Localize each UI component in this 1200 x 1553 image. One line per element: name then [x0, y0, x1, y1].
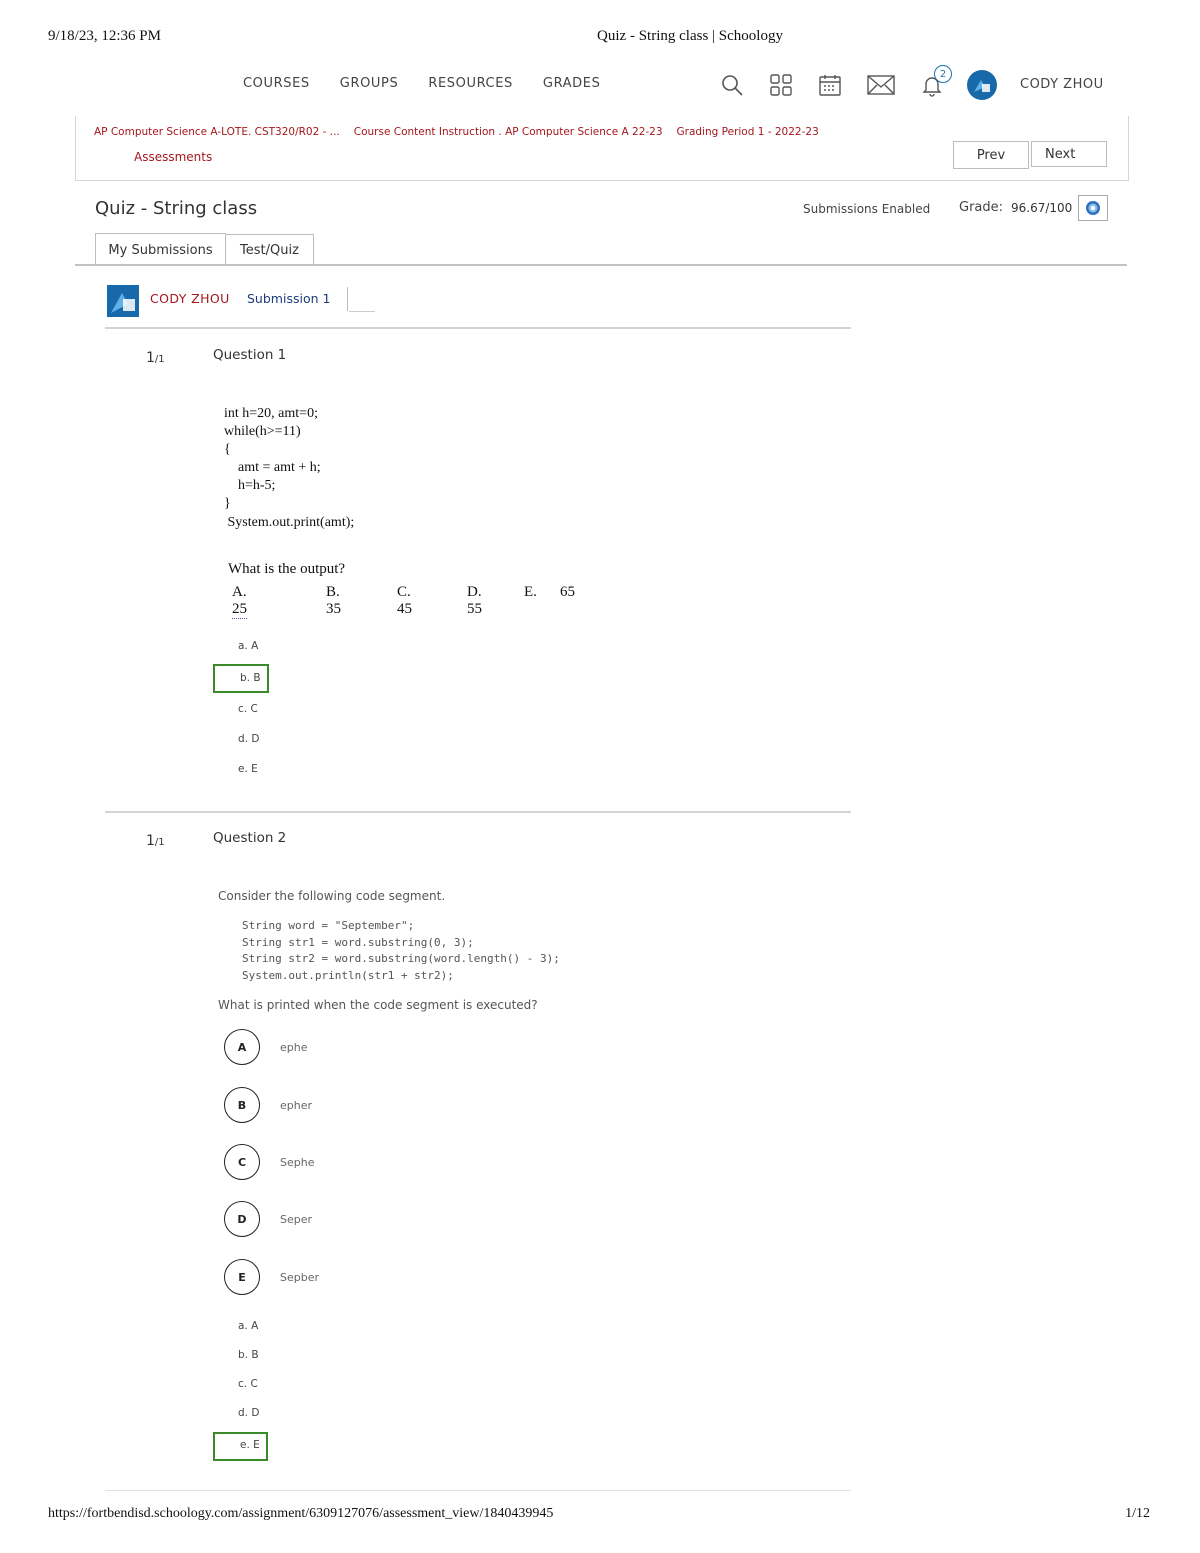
choice-circle-a: A: [224, 1029, 260, 1065]
question-divider: [105, 811, 851, 813]
question-2-code: String word = "September"; String str1 =…: [242, 918, 560, 984]
breadcrumb-course[interactable]: AP Computer Science A-LOTE. CST320/R02 -…: [94, 126, 340, 138]
inline-option-c: C. 45: [397, 584, 412, 617]
question-2-prompt: What is printed when the code segment is…: [218, 998, 538, 1012]
choice-circle-b: B: [224, 1087, 260, 1123]
question-1-prompt: What is the output?: [228, 561, 346, 577]
user-avatar[interactable]: [967, 70, 997, 100]
choice-circle-e: E: [224, 1259, 260, 1295]
question-2-score: 1/1: [146, 833, 165, 849]
choice-text-c: Sephe: [280, 1156, 315, 1169]
code-line: amt = amt + h;: [224, 460, 321, 475]
question-divider: [105, 1490, 851, 1491]
code-line: System.out.print(amt);: [224, 515, 355, 530]
inline-option-d: D. 55: [467, 584, 482, 617]
print-page-number: 1/12: [1125, 1506, 1150, 1521]
submissions-status: Submissions Enabled: [803, 202, 931, 216]
code-line: while(h>=11): [224, 424, 301, 439]
answer-option: b. B: [238, 1349, 259, 1361]
answer-option: a. A: [238, 640, 259, 652]
code-line: String str1 = word.substring(0, 3);: [242, 935, 474, 949]
answer-option-selected: b. B: [240, 672, 261, 684]
search-icon[interactable]: [718, 71, 746, 99]
prev-button[interactable]: Prev: [953, 141, 1029, 169]
user-name[interactable]: CODY ZHOU: [1020, 77, 1104, 92]
inline-option-e-value: 65: [560, 584, 575, 600]
answer-option: d. D: [238, 1407, 260, 1419]
code-line: h=h-5;: [224, 478, 276, 493]
code-line: int h=20, amt=0;: [224, 406, 318, 421]
grade-label: Grade:: [959, 200, 1004, 215]
calendar-icon[interactable]: [816, 71, 844, 99]
info-icon: [1086, 201, 1100, 215]
breadcrumb-period[interactable]: Grading Period 1 - 2022-23: [677, 126, 819, 138]
choice-text-b: epher: [280, 1099, 313, 1112]
mail-icon[interactable]: [865, 71, 897, 99]
breadcrumb-folder[interactable]: Course Content Instruction . AP Computer…: [354, 126, 663, 138]
question-2-intro: Consider the following code segment.: [218, 889, 446, 903]
inline-option-b: B. 35: [326, 584, 341, 617]
breadcrumb: AP Computer Science A-LOTE. CST320/R02 -…: [94, 126, 819, 138]
tab-test-quiz[interactable]: Test/Quiz: [225, 234, 314, 265]
answer-option: c. C: [238, 1378, 258, 1390]
submission-underline: [349, 311, 375, 312]
grid-icon[interactable]: [767, 71, 795, 99]
question-1-label: Question 1: [213, 347, 287, 363]
print-url: https://fortbendisd.schoology.com/assign…: [48, 1506, 554, 1521]
nav-resources[interactable]: RESOURCES: [428, 76, 513, 91]
nav-groups[interactable]: GROUPS: [340, 76, 399, 91]
choice-text-a: ephe: [280, 1041, 308, 1054]
notification-icon[interactable]: 2: [918, 65, 952, 99]
top-nav: COURSES GROUPS RESOURCES GRADES: [243, 76, 600, 91]
next-button[interactable]: Next: [1031, 141, 1107, 167]
answer-option: d. D: [238, 733, 260, 745]
code-line: String word = "September";: [242, 919, 415, 932]
inline-option-e: E.: [524, 584, 537, 600]
student-avatar: [107, 285, 139, 317]
question-divider: [105, 327, 851, 329]
code-line: }: [224, 496, 231, 511]
tab-my-submissions[interactable]: My Submissions: [95, 233, 226, 266]
answer-option-selected: e. E: [240, 1439, 260, 1451]
notification-badge: 2: [934, 65, 952, 83]
grade-value: 96.67/100: [1011, 201, 1073, 215]
code-line: {: [224, 442, 231, 457]
submission-selector[interactable]: Submission 1: [247, 291, 330, 306]
header-icons: 2: [718, 65, 997, 100]
inline-option-a: A. 25: [232, 584, 247, 619]
page-title: Quiz - String class: [95, 198, 258, 219]
choice-text-d: Seper: [280, 1213, 313, 1226]
code-line: System.out.println(str1 + str2);: [242, 968, 454, 982]
answer-option: a. A: [238, 1320, 259, 1332]
grade-info-button[interactable]: [1078, 195, 1108, 221]
tabs-underline: [75, 264, 1127, 266]
nav-courses[interactable]: COURSES: [243, 76, 310, 91]
choice-circle-c: C: [224, 1144, 260, 1180]
code-line: String str2 = word.substring(word.length…: [242, 952, 560, 965]
question-1-code: int h=20, amt=0; while(h>=11) { amt = am…: [224, 405, 354, 532]
student-name[interactable]: CODY ZHOU: [150, 291, 230, 306]
submission-divider: [347, 287, 348, 311]
answer-option: c. C: [238, 703, 258, 715]
nav-grades[interactable]: GRADES: [543, 76, 601, 91]
choice-circle-d: D: [224, 1201, 260, 1237]
breadcrumb-current[interactable]: Assessments: [134, 150, 212, 164]
print-doc-title: Quiz - String class | Schoology: [597, 28, 783, 44]
answer-option: e. E: [238, 763, 258, 775]
question-1-score: 1/1: [146, 350, 165, 366]
question-2-label: Question 2: [213, 830, 287, 846]
choice-text-e: Sepber: [280, 1271, 320, 1284]
